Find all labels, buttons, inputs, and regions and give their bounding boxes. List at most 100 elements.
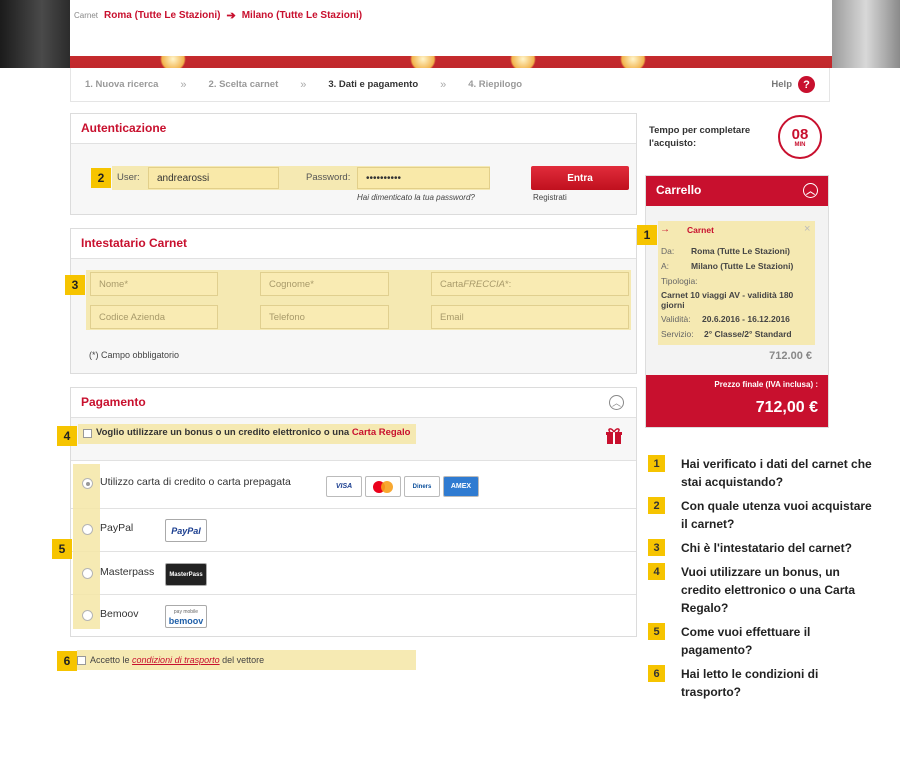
bemoov-name: bemoov	[168, 615, 204, 626]
register-link[interactable]: Registrati	[533, 193, 567, 202]
cart-a-label: A:	[661, 261, 670, 271]
step-riepilogo: 4. Riepilogo	[468, 79, 523, 90]
divider	[71, 460, 636, 461]
route-summary: Carnet Roma (Tutte Le Stazioni) ➔ Milano…	[74, 9, 362, 22]
payment-title: Pagamento	[71, 388, 636, 418]
auth-title: Autenticazione	[71, 114, 636, 144]
carta-freccia-brand: FRECCIA	[463, 279, 505, 290]
annotation-marker-4: 4	[57, 426, 77, 446]
login-button[interactable]: Entra	[531, 166, 629, 190]
paypal-logo: PayPal	[165, 519, 207, 542]
cart-da-label: Da:	[661, 246, 675, 256]
annotation-marker-2: 2	[91, 168, 111, 188]
bonus-text: Voglio utilizzare un bonus o un credito …	[96, 427, 410, 438]
cart-arrow-icon: →	[660, 224, 670, 235]
user-label: User:	[117, 172, 140, 183]
banner-photo-right	[832, 0, 900, 68]
question-item: 2 Con quale utenza vuoi acquistare il car…	[648, 497, 881, 533]
cart-a-value: Milano (Tutte Le Stazioni)	[691, 261, 794, 271]
password-label: Password:	[306, 172, 351, 183]
cart-validita-value: 20.6.2016 - 16.12.2016	[702, 314, 790, 324]
help-label: Help	[771, 79, 792, 90]
paypal-label: PayPal	[100, 522, 134, 534]
question-item: 5 Come vuoi effettuare il pagamento?	[648, 623, 881, 659]
required-note: (*) Campo obbligatorio	[89, 350, 180, 360]
nome-field[interactable]: Nome*	[90, 272, 218, 296]
cart-body: → Carnet × Da: Roma (Tutte Le Stazioni) …	[646, 206, 828, 374]
divider	[71, 551, 636, 552]
terms-link[interactable]: condizioni di trasporto	[132, 655, 220, 665]
timer-badge: 08 MIN	[778, 115, 822, 159]
masterpass-radio[interactable]	[82, 568, 93, 579]
total-label: Prezzo finale (IVA inclusa) :	[714, 380, 818, 389]
timer-value: 08	[791, 125, 809, 143]
masterpass-logo: MasterPass	[165, 563, 207, 586]
user-input[interactable]: andrearossi	[148, 167, 279, 189]
diners-logo: Diners	[404, 476, 440, 497]
cart-subtotal: 712.00 €	[769, 350, 812, 362]
question-text: Hai letto le condizioni di trasporto?	[681, 667, 819, 699]
question-number: 5	[648, 623, 665, 640]
password-input[interactable]: ••••••••••	[357, 167, 490, 189]
cart-title: Carrello	[656, 183, 702, 197]
question-text: Come vuoi effettuare il pagamento?	[681, 625, 811, 657]
annotation-marker-1: 1	[637, 225, 657, 245]
step-nuova-ricerca[interactable]: 1. Nuova ricerca	[85, 79, 158, 90]
question-item: 1 Hai verificato i dati del carnet che st…	[648, 455, 881, 491]
cart-total: Prezzo finale (IVA inclusa) : 712,00 €	[646, 375, 828, 427]
banner-photo-left	[0, 0, 70, 68]
question-number: 2	[648, 497, 665, 514]
card-payment-label: Utilizzo carta di credito o carta prepag…	[100, 476, 291, 488]
bemoov-logo: pay mobile bemoov	[165, 605, 207, 628]
route-to: Milano (Tutte Le Stazioni)	[241, 10, 363, 21]
cart-panel: Carrello ︿ → Carnet × Da: Roma (Tutte Le…	[645, 175, 829, 428]
help-link[interactable]: Help ?	[771, 76, 815, 93]
question-text: Hai verificato i dati del carnet che sta…	[681, 457, 872, 489]
question-item: 3 Chi è l'intestatario del carnet?	[648, 539, 881, 557]
divider	[71, 508, 636, 509]
terms-checkbox[interactable]	[77, 656, 86, 665]
question-number: 4	[648, 563, 665, 580]
timer-text: Tempo per completare l'acquisto:	[649, 125, 751, 149]
question-item: 6 Hai letto le condizioni di trasporto?	[648, 665, 881, 701]
question-text: Con quale utenza vuoi acquistare il carn…	[681, 499, 872, 531]
step-scelta-carnet[interactable]: 2. Scelta carnet	[209, 79, 279, 90]
card-payment-radio[interactable]	[82, 478, 93, 489]
timer-unit: MIN	[794, 141, 806, 148]
codice-azienda-field[interactable]: Codice Azienda	[90, 305, 218, 329]
cart-servizio-value: 2° Classe/2° Standard	[704, 329, 792, 339]
question-text: Chi è l'intestatario del carnet?	[681, 541, 852, 555]
gift-card-link[interactable]: Carta Regalo	[352, 427, 411, 438]
annotation-marker-6: 6	[57, 651, 77, 671]
visa-logo: VISA	[326, 476, 362, 497]
cart-da-value: Roma (Tutte Le Stazioni)	[691, 246, 791, 256]
holder-title: Intestatario Carnet	[71, 229, 636, 259]
carta-freccia-field[interactable]: CartaFRECCIA*:	[431, 272, 629, 296]
annotation-marker-3: 3	[65, 275, 85, 295]
terms-suffix: del vettore	[222, 655, 265, 665]
question-item: 4 Vuoi utilizzare un bonus, un credito el…	[648, 563, 881, 617]
paypal-radio[interactable]	[82, 524, 93, 535]
bemoov-radio[interactable]	[82, 610, 93, 621]
route-from: Roma (Tutte Le Stazioni)	[104, 10, 221, 21]
telefono-field[interactable]: Telefono	[260, 305, 389, 329]
cart-header: Carrello ︿	[646, 176, 828, 206]
mastercard-logo	[365, 476, 401, 497]
cart-collapse-icon[interactable]: ︿	[803, 183, 818, 198]
forgot-password-link[interactable]: Hai dimenticato la tua password?	[357, 193, 475, 202]
bonus-checkbox[interactable]	[83, 429, 92, 438]
email-field[interactable]: Email	[431, 305, 629, 329]
remove-item-icon[interactable]: ×	[804, 223, 810, 235]
cart-tipologia-label: Tipologia:	[661, 276, 698, 286]
divider	[71, 594, 636, 595]
collapse-icon[interactable]: ︿	[609, 395, 624, 410]
progress-steps: 1. Nuova ricerca » 2. Scelta carnet » 3.…	[70, 68, 830, 102]
question-number: 6	[648, 665, 665, 682]
carta-freccia-prefix: Carta	[440, 279, 464, 290]
cognome-field[interactable]: Cognome*	[260, 272, 389, 296]
amex-logo: AMEX	[443, 476, 479, 497]
question-text: Vuoi utilizzare un bonus, un credito ele…	[681, 565, 856, 615]
step-separator-icon: »	[440, 78, 447, 91]
terms-text: Accetto le condizioni di trasporto del v…	[90, 655, 264, 665]
cart-item-title: Carnet	[687, 225, 714, 235]
